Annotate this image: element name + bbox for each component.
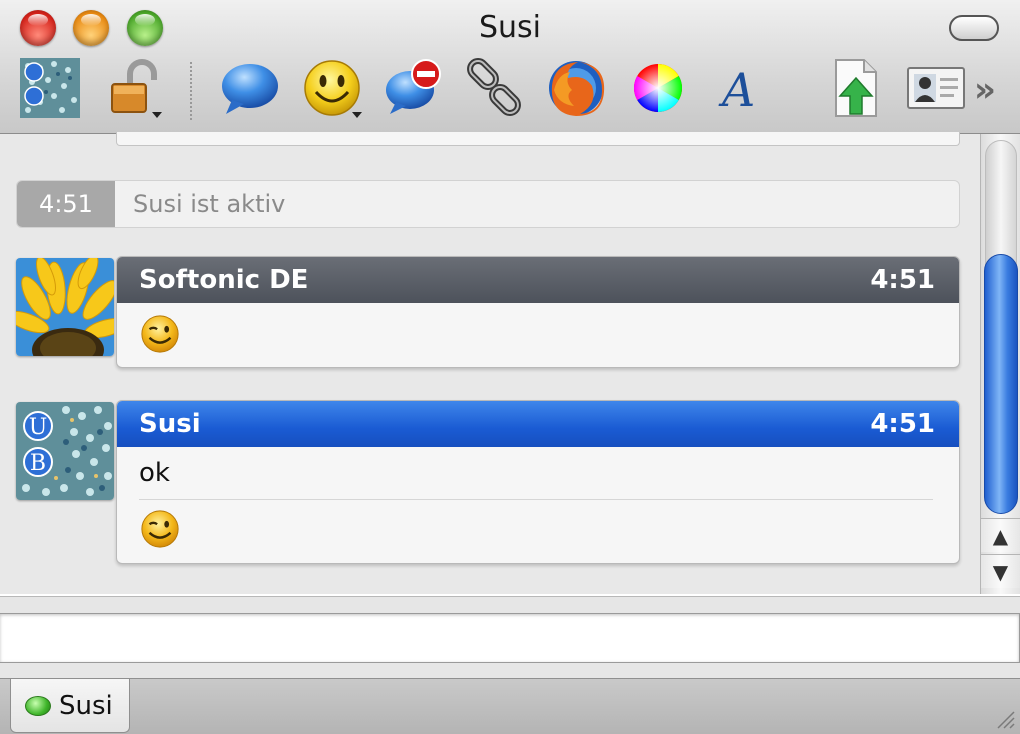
encryption-button[interactable]	[102, 56, 166, 120]
sender-name: Susi	[139, 409, 201, 439]
block-contact-icon	[386, 59, 441, 114]
file-upload-icon	[835, 59, 877, 117]
svg-text:A: A	[718, 63, 755, 117]
vertical-scrollbar[interactable]: ▲ ▼	[980, 134, 1020, 594]
sender-name: Softonic DE	[139, 265, 309, 295]
chat-transcript: 4:51 Susi ist aktiv Softonic DE 4:51 U B…	[0, 132, 980, 594]
color-button[interactable]	[626, 56, 690, 120]
compose-area	[0, 596, 1020, 678]
user-avatar-button[interactable]	[18, 56, 82, 120]
speech-bubble-icon	[222, 64, 278, 114]
emoticon-button[interactable]	[300, 56, 364, 120]
message-text: ok	[139, 458, 170, 488]
contact-info-button[interactable]	[904, 56, 968, 120]
emoticon-menu-arrow[interactable]	[352, 112, 362, 118]
browser-button[interactable]	[544, 56, 608, 120]
tab-label: Susi	[59, 690, 113, 721]
message-bubble-softonic: Softonic DE 4:51	[116, 256, 960, 368]
message-input[interactable]	[0, 613, 1020, 663]
tab-susi[interactable]: Susi	[10, 679, 130, 733]
message-header: Susi 4:51	[117, 401, 959, 447]
avatar-letter-b: B	[30, 451, 46, 476]
avatar-letter-u: U	[29, 415, 48, 440]
window-title: Susi	[478, 10, 542, 45]
scroll-down-arrow[interactable]: ▼	[981, 554, 1020, 588]
user-avatar-icon	[20, 58, 80, 118]
status-timestamp: 4:51	[17, 181, 115, 227]
window-titlebar: Susi A »	[0, 0, 1020, 134]
wink-smiley-icon	[141, 315, 179, 353]
message-body	[117, 303, 959, 365]
font-italic-a-icon: A	[718, 63, 755, 117]
user-pattern-avatar: U B	[16, 402, 114, 500]
chain-link-icon	[467, 58, 521, 116]
message-button[interactable]	[218, 56, 282, 120]
block-button[interactable]	[382, 56, 446, 120]
scroll-thumb[interactable]	[984, 254, 1018, 514]
status-text: Susi ist aktiv	[133, 190, 286, 218]
send-file-button[interactable]	[822, 56, 886, 120]
overflow-chevron-icon[interactable]: »	[974, 70, 996, 110]
message-timestamp: 4:51	[870, 265, 935, 295]
sunflower-avatar	[16, 258, 114, 356]
chat-tab-bar: Susi	[0, 678, 1020, 734]
color-wheel-icon	[633, 63, 683, 113]
online-status-icon	[25, 695, 51, 716]
padlock-open-icon	[111, 59, 157, 113]
link-button[interactable]	[462, 56, 526, 120]
message-timestamp: 4:51	[870, 409, 935, 439]
firefox-browser-icon	[549, 61, 605, 116]
message-body	[117, 500, 959, 558]
contact-card-icon	[907, 67, 965, 109]
toolbar-separator	[190, 62, 192, 120]
previous-message-bubble	[116, 132, 960, 146]
resize-grip-icon[interactable]	[992, 706, 1016, 730]
scroll-up-arrow[interactable]: ▲	[981, 518, 1020, 552]
wink-smiley-icon	[141, 510, 179, 548]
smiley-face-icon	[304, 60, 360, 116]
toolbar-toggle-button[interactable]	[949, 15, 999, 41]
message-bubble-susi: Susi 4:51 ok	[116, 400, 960, 564]
message-header: Softonic DE 4:51	[117, 257, 959, 303]
font-button[interactable]: A	[706, 56, 770, 120]
encryption-menu-arrow[interactable]	[152, 112, 162, 118]
status-message: 4:51 Susi ist aktiv	[16, 180, 960, 228]
